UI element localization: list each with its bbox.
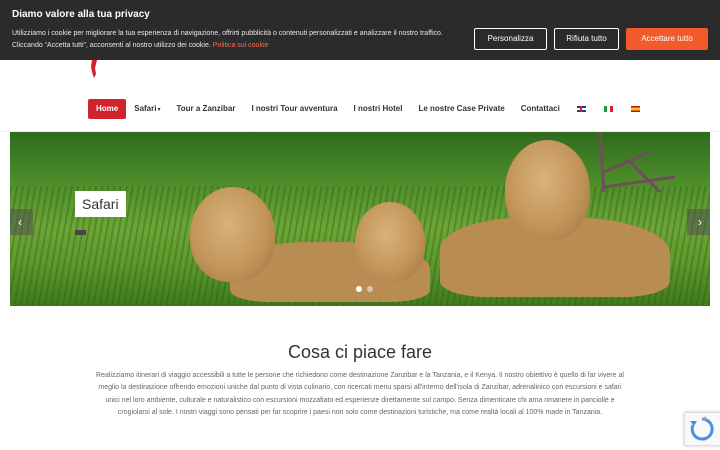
nav-item-hotels[interactable]: I nostri Hotel (346, 99, 411, 119)
slide-caption-bar (75, 230, 86, 235)
accept-cookies-button[interactable]: Accettare tutto (626, 28, 708, 50)
next-slide-button[interactable]: › (687, 209, 710, 235)
cookie-banner: Diamo valore alla tua privacy Utilizziam… (0, 0, 720, 60)
nav-item-adventure-tours[interactable]: I nostri Tour avventura (243, 99, 345, 119)
reject-cookies-button[interactable]: Rifiuta tutto (554, 28, 619, 50)
slide-caption: Safari (75, 191, 126, 217)
chevron-down-icon: ▾ (157, 107, 161, 113)
nav-item-private-houses[interactable]: Le nostre Case Private (410, 99, 512, 119)
section-title: Cosa ci piace fare (287, 342, 433, 362)
logo-icon[interactable] (88, 60, 100, 78)
recaptcha-icon (690, 416, 714, 441)
site-header: Home Safari▾ Tour a Zanzibar I nostri To… (0, 60, 720, 132)
section-text: Realizziamo itinerari di viaggio accessi… (96, 372, 624, 417)
prev-slide-button[interactable]: ‹ (10, 209, 33, 235)
cookie-title: Diamo valore alla tua privacy (12, 9, 150, 20)
cookie-text: Utilizziamo i cookie per migliorare la t… (12, 28, 462, 52)
en-flag-icon[interactable] (576, 106, 586, 112)
lion-head (190, 187, 275, 282)
branch-decoration (598, 132, 676, 194)
hero-slider[interactable]: Safari ‹ › (10, 132, 710, 306)
recaptcha-badge[interactable] (684, 412, 720, 446)
cookie-policy-link[interactable]: Politica sui cookie (213, 42, 269, 49)
es-flag-icon[interactable] (630, 106, 640, 112)
main-nav: Home Safari▾ Tour a Zanzibar I nostri To… (88, 99, 649, 119)
slider-dots (356, 286, 373, 292)
slider-dot[interactable] (356, 286, 362, 292)
it-flag-icon[interactable] (603, 106, 613, 112)
nav-item-safari-label: Safari (134, 104, 157, 113)
nav-item-zanzibar-tour[interactable]: Tour a Zanzibar (168, 99, 243, 119)
nav-item-safari[interactable]: Safari▾ (126, 99, 168, 119)
lion-head (355, 202, 425, 282)
slider-dot[interactable] (367, 286, 373, 292)
nav-item-home[interactable]: Home (88, 99, 127, 119)
customize-cookies-button[interactable]: Personalizza (474, 28, 547, 50)
nav-item-contact[interactable]: Contattaci (513, 99, 568, 119)
